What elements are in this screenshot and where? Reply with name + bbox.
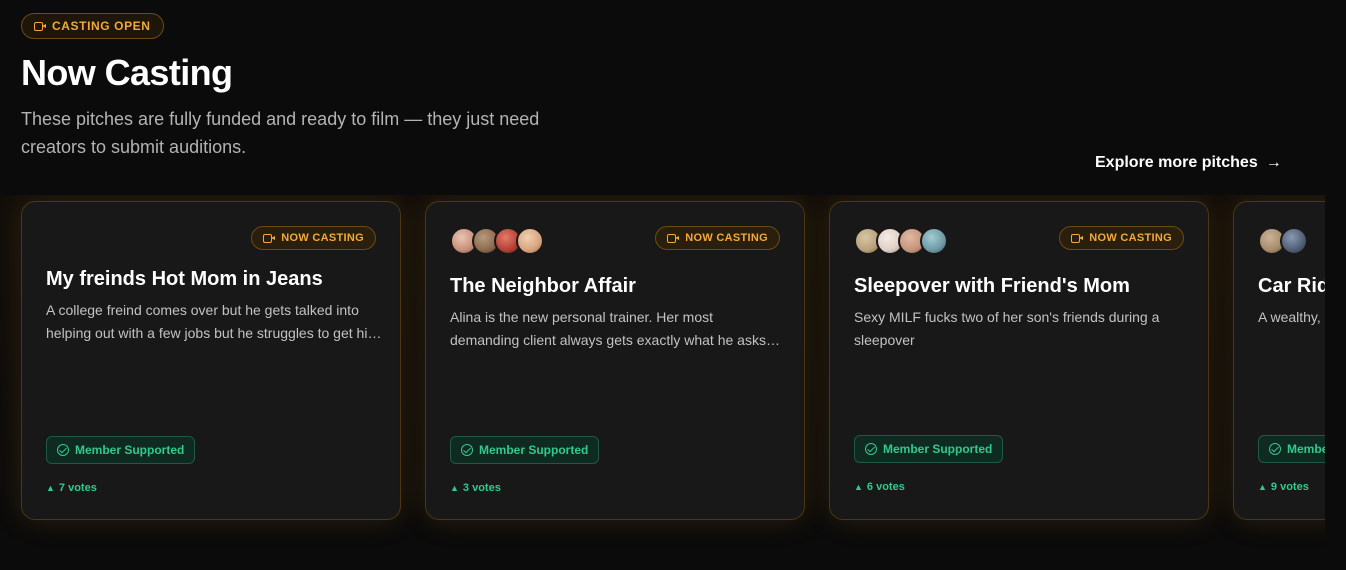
arrow-right-icon: → bbox=[1265, 154, 1282, 171]
pitch-title: Sleepover with Friend's Mom bbox=[854, 275, 1130, 297]
member-supported-label: Member Supported bbox=[75, 443, 185, 457]
pitch-title: Car Ride bbox=[1258, 275, 1325, 297]
vote-count[interactable]: ▲ 7 votes bbox=[46, 482, 97, 494]
vote-count[interactable]: ▲ 9 votes bbox=[1258, 481, 1309, 493]
pitch-description: A wealthy, her son of bbox=[1258, 309, 1325, 325]
upvote-icon: ▲ bbox=[854, 482, 863, 492]
check-circle-icon bbox=[865, 443, 877, 455]
video-camera-icon bbox=[34, 21, 46, 31]
pitch-card[interactable]: NOW CASTING My freinds Hot Mom in Jeans … bbox=[21, 201, 401, 520]
badge-label: NOW CASTING bbox=[281, 232, 364, 244]
page: CASTING OPEN Now Casting These pitches a… bbox=[0, 0, 1346, 570]
vote-count[interactable]: ▲ 6 votes bbox=[854, 481, 905, 493]
pitch-card[interactable]: NOW CASTING The Neighbor Affair Alina is… bbox=[425, 201, 805, 520]
check-circle-icon bbox=[461, 444, 473, 456]
pitch-title: My freinds Hot Mom in Jeans bbox=[46, 268, 323, 290]
pitch-description: A college freind comes over but he gets … bbox=[46, 302, 375, 341]
avatar bbox=[1280, 227, 1308, 255]
explore-more-pitches-link[interactable]: Explore more pitches → bbox=[1095, 154, 1282, 172]
pitch-carousel[interactable]: NOW CASTING My freinds Hot Mom in Jeans … bbox=[0, 195, 1325, 570]
check-circle-icon bbox=[1269, 443, 1281, 455]
votes-label: 7 votes bbox=[58, 482, 97, 494]
casting-open-label: CASTING OPEN bbox=[52, 19, 151, 33]
member-supported-badge: Member Supported bbox=[450, 436, 600, 464]
video-camera-icon bbox=[667, 233, 680, 243]
votes-label: 9 votes bbox=[1270, 481, 1309, 493]
votes-label: 6 votes bbox=[866, 481, 905, 493]
member-supported-label: Member Supported bbox=[883, 442, 993, 456]
now-casting-badge: NOW CASTING bbox=[251, 226, 376, 250]
creator-avatars bbox=[854, 227, 948, 255]
pitch-card[interactable]: Car Ride A wealthy, her son of Member Su… bbox=[1233, 201, 1325, 520]
badge-label: NOW CASTING bbox=[685, 232, 768, 244]
creator-avatars bbox=[1258, 227, 1308, 255]
member-supported-badge: Member Supported bbox=[854, 435, 1004, 463]
upvote-icon: ▲ bbox=[450, 483, 459, 493]
explore-label: Explore more pitches bbox=[1095, 154, 1258, 171]
upvote-icon: ▲ bbox=[46, 483, 55, 493]
pitch-card[interactable]: NOW CASTING Sleepover with Friend's Mom … bbox=[829, 201, 1209, 520]
video-camera-icon bbox=[1071, 233, 1084, 243]
avatar bbox=[516, 227, 544, 255]
member-supported-label: Member Supported bbox=[479, 443, 589, 457]
pitch-title: The Neighbor Affair bbox=[450, 275, 636, 297]
votes-label: 3 votes bbox=[462, 482, 501, 494]
video-camera-icon bbox=[263, 233, 276, 243]
pitch-description: Sexy MILF fucks two of her son's friends… bbox=[854, 309, 1160, 348]
badge-label: NOW CASTING bbox=[1089, 232, 1172, 244]
upvote-icon: ▲ bbox=[1258, 482, 1267, 492]
now-casting-badge: NOW CASTING bbox=[655, 226, 780, 250]
member-supported-badge: Member Supported bbox=[1258, 435, 1325, 463]
page-subtitle: These pitches are fully funded and ready… bbox=[21, 109, 540, 157]
pitch-description: Alina is the new personal trainer. Her m… bbox=[450, 309, 766, 348]
now-casting-badge: NOW CASTING bbox=[1059, 226, 1184, 250]
member-supported-label: Member Supported bbox=[1287, 442, 1325, 456]
casting-open-badge: CASTING OPEN bbox=[21, 13, 164, 39]
creator-avatars bbox=[450, 227, 544, 255]
member-supported-badge: Member Supported bbox=[46, 436, 196, 464]
page-title: Now Casting bbox=[21, 52, 233, 93]
vote-count[interactable]: ▲ 3 votes bbox=[450, 482, 501, 494]
check-circle-icon bbox=[57, 444, 69, 456]
avatar bbox=[920, 227, 948, 255]
